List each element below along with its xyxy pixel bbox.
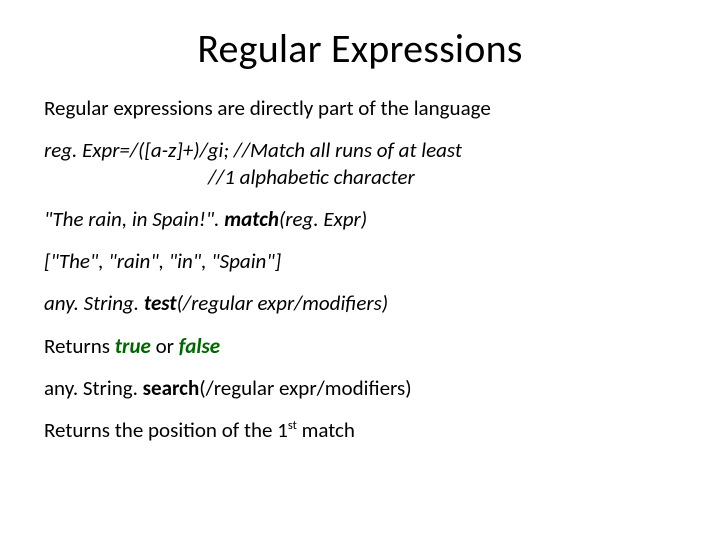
test-method: test (144, 290, 177, 316)
match-post: (reg. Expr) (279, 206, 367, 232)
search-call: any. String. search(/regular expr/modifi… (44, 375, 676, 401)
or-word: or (151, 333, 179, 359)
false-word: false (179, 333, 220, 359)
returns-pos-b: match (297, 417, 355, 443)
test-returns: Returns true or false (44, 333, 676, 359)
regex-comment-line2: //1 alphabetic character (44, 164, 676, 190)
match-method: match (224, 206, 279, 232)
match-call: "The rain, in Spain!". match(reg. Expr) (44, 206, 676, 232)
regex-code-line2: //1 alphabetic character (208, 164, 415, 190)
regex-code-line1: reg. Expr=/([a-z]+)/gi; //Match all runs… (44, 137, 462, 163)
search-returns: Returns the position of the 1st match (44, 417, 676, 443)
slide: Regular Expressions Regular expressions … (0, 0, 720, 540)
match-pre: "The rain, in Spain!". (44, 206, 224, 232)
search-pre: any. String. (44, 375, 143, 401)
slide-title: Regular Expressions (44, 24, 676, 73)
test-call: any. String. test(/regular expr/modifier… (44, 290, 676, 316)
returns-pos-a: Returns the position of the 1 (44, 417, 288, 443)
test-post: (/regular expr/modifiers) (177, 290, 389, 316)
test-pre: any. String. (44, 290, 144, 316)
search-post: (/regular expr/modifiers) (199, 375, 411, 401)
returns-pos-sup: st (288, 418, 297, 433)
match-result: ["The", "rain", "in", "Spain"] (44, 248, 676, 274)
search-method: search (143, 375, 200, 401)
regex-definition: reg. Expr=/([a-z]+)/gi; //Match all runs… (44, 137, 676, 163)
true-word: true (115, 333, 151, 359)
returns-label: Returns (44, 333, 115, 359)
intro-line: Regular expressions are directly part of… (44, 95, 676, 121)
